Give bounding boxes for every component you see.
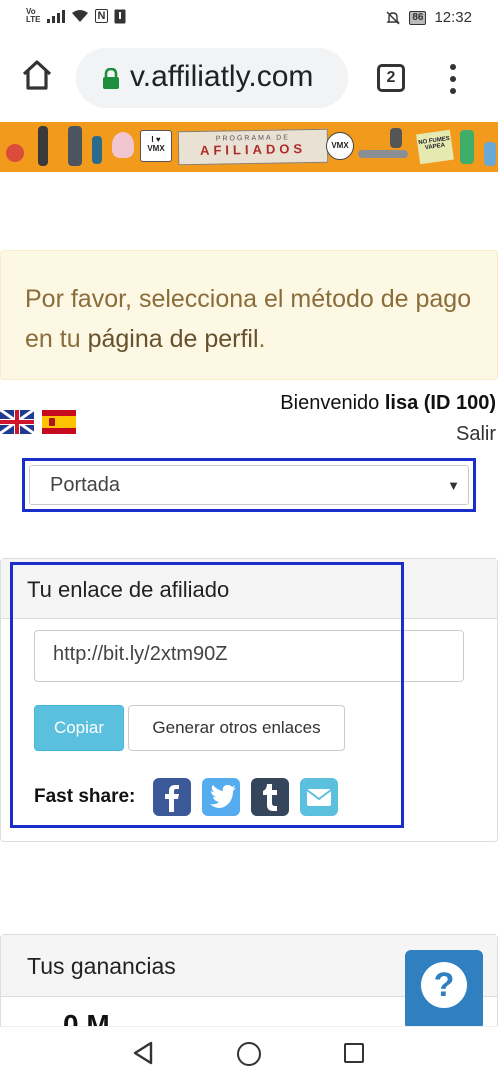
banner-decoration	[460, 130, 474, 164]
affiliate-link-field[interactable]: http://bit.ly/2xtm90Z	[34, 630, 464, 682]
back-icon[interactable]	[132, 1041, 154, 1065]
twitter-icon[interactable]	[202, 778, 240, 816]
fast-share-label: Fast share:	[34, 786, 136, 807]
banner-decoration	[358, 150, 408, 158]
copy-button[interactable]: Copiar	[34, 705, 124, 751]
status-bar: Vo LTE N 86 12:32	[0, 0, 498, 36]
affiliate-panel-header: Tu enlace de afiliado	[1, 559, 497, 619]
banner-decoration	[390, 128, 402, 148]
banner-decoration	[68, 126, 82, 166]
heart-logo-bottom: VMX	[147, 144, 165, 153]
status-right: 86 12:32	[385, 9, 472, 26]
question-icon: ?	[421, 962, 467, 1008]
nav-home-icon[interactable]	[237, 1042, 261, 1066]
affiliate-panel-title: Tu enlace de afiliado	[27, 577, 230, 602]
volte-bottom: LTE	[26, 15, 41, 24]
bell-off-icon	[386, 11, 401, 24]
banner-title-plate: PROGRAMA DE AFILIADOS	[177, 128, 329, 166]
browser-toolbar: v.affiliatly.com 2	[0, 36, 498, 120]
lock-icon	[103, 68, 119, 89]
url-text: v.affiliatly.com	[130, 60, 314, 93]
tabs-icon[interactable]: 2	[377, 64, 405, 92]
menu-icon[interactable]	[448, 64, 458, 94]
banner-decoration	[38, 126, 48, 166]
email-icon[interactable]	[300, 778, 338, 816]
dropdown-caret-icon: ▼	[447, 478, 460, 493]
banner-decoration	[484, 142, 496, 166]
home-icon[interactable]	[20, 58, 54, 92]
recent-apps-icon[interactable]	[344, 1043, 364, 1063]
share-buttons	[153, 778, 338, 816]
help-button[interactable]: ?	[405, 950, 483, 1030]
language-switcher	[0, 410, 76, 434]
battery-icon: 86	[409, 10, 427, 25]
nfc-icon: N	[94, 9, 109, 23]
alert-text-end: .	[258, 325, 266, 353]
welcome-message: Bienvenido lisa (ID 100)	[280, 392, 496, 415]
status-left: Vo LTE N	[26, 8, 126, 24]
welcome-user: lisa (ID 100)	[384, 392, 496, 414]
address-bar[interactable]: v.affiliatly.com	[76, 48, 348, 108]
banner-decoration	[112, 132, 134, 158]
sim-info-icon	[114, 9, 126, 23]
section-select-value: Portada	[50, 474, 121, 496]
volte-indicator: Vo LTE	[26, 8, 41, 24]
heart-logo-top: I ♥	[151, 135, 161, 144]
tumblr-icon[interactable]	[251, 778, 289, 816]
vapea-note: NO FUMES VAPEA	[416, 129, 454, 165]
payment-method-alert: Por favor, selecciona el método de pago …	[0, 250, 498, 380]
generate-links-button[interactable]: Generar otros enlaces	[128, 705, 345, 751]
section-select-highlight: Portada ▼	[22, 458, 476, 512]
flag-uk-icon[interactable]	[0, 410, 34, 434]
vmx-circle-logo: VMX	[326, 132, 354, 160]
section-select[interactable]: Portada ▼	[29, 465, 469, 505]
banner-decoration	[6, 144, 24, 162]
banner-title: AFILIADOS	[199, 141, 307, 158]
signal-icon	[46, 9, 65, 23]
welcome-greeting: Bienvenido	[280, 392, 385, 414]
facebook-icon[interactable]	[153, 778, 191, 816]
system-nav-bar	[0, 1026, 498, 1080]
earnings-panel-title: Tus ganancias	[27, 953, 176, 979]
vmx-heart-logo: I ♥ VMX	[140, 130, 172, 162]
flag-es-icon[interactable]	[42, 410, 76, 434]
affiliate-banner: I ♥ VMX PROGRAMA DE AFILIADOS VMX NO FUM…	[0, 122, 498, 172]
logout-link[interactable]: Salir	[456, 423, 496, 446]
profile-page-link[interactable]: página de perfil	[88, 325, 259, 353]
wifi-icon	[71, 10, 88, 22]
clock: 12:32	[434, 9, 472, 26]
banner-decoration	[92, 136, 102, 164]
